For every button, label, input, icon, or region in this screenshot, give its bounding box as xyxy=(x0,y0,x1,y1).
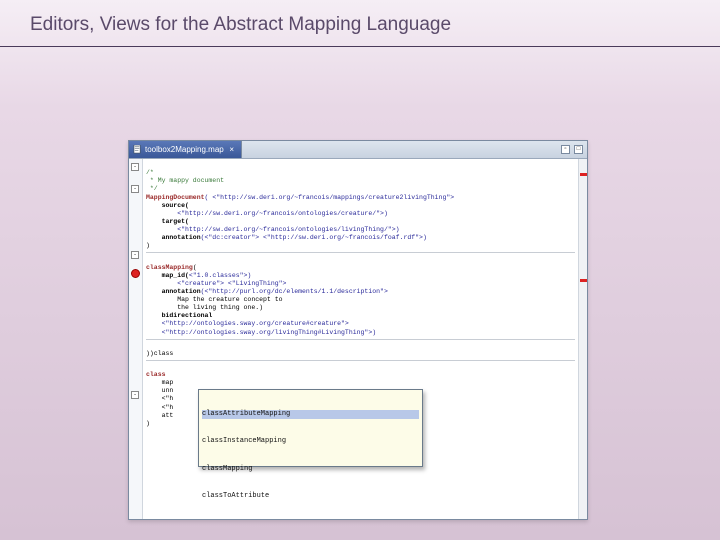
autocomplete-item[interactable]: classToAttribute xyxy=(202,492,419,501)
code-line: map_id( xyxy=(146,272,189,279)
region-divider xyxy=(146,360,575,361)
code-line: /* xyxy=(146,169,154,176)
page-title: Editors, Views for the Abstract Mapping … xyxy=(30,14,690,36)
code-line: <"LivingThing"> xyxy=(224,280,286,287)
code-line: ) xyxy=(146,420,150,427)
code-line: ))class xyxy=(146,350,173,357)
code-keyword: MappingDocument xyxy=(146,194,205,201)
code-line: * My mappy document xyxy=(146,177,224,184)
code-line: <"creature"> xyxy=(146,280,224,287)
code-line: Map the creature concept to xyxy=(146,296,283,303)
code-keyword: class xyxy=(146,371,166,378)
error-icon[interactable] xyxy=(131,269,140,278)
code-line: (<"http://purl.org/dc/elements/1.1/descr… xyxy=(201,288,388,295)
file-icon xyxy=(133,145,142,154)
code-line: (<"dc:creator"> <"http://sw.deri.org/~fr… xyxy=(201,234,427,241)
autocomplete-item[interactable]: classInstanceMapping xyxy=(202,437,419,446)
title-divider xyxy=(0,46,720,47)
code-line: ( xyxy=(193,264,197,271)
gutter[interactable]: - - - - xyxy=(129,159,143,519)
error-marker[interactable] xyxy=(580,173,587,176)
fold-toggle[interactable]: - xyxy=(131,251,139,259)
code-line: att xyxy=(146,412,173,419)
code-keyword: classMapping xyxy=(146,264,193,271)
code-line: ) xyxy=(146,242,150,249)
autocomplete-item[interactable]: classMapping xyxy=(202,465,419,474)
code-line: <"1.0.classes">) xyxy=(189,272,251,279)
code-line: annotation xyxy=(146,288,201,295)
code-line: <"h xyxy=(146,404,173,411)
editor-window: toolbox2Mapping.map × ▫ □ - - - - /* * M… xyxy=(128,140,588,520)
code-line: <"http://ontologies.sway.org/creature#cr… xyxy=(146,320,349,327)
code-line: */ xyxy=(146,185,158,192)
code-line: target( xyxy=(146,218,189,225)
code-line: the living thing one.) xyxy=(146,304,263,311)
autocomplete-item[interactable]: classAttributeMapping xyxy=(202,410,419,419)
code-line: source( xyxy=(146,202,189,209)
region-divider xyxy=(146,339,575,340)
fold-toggle[interactable]: - xyxy=(131,163,139,171)
editor-body: - - - - /* * My mappy document */ Mappin… xyxy=(129,159,587,519)
code-line: <"http://sw.deri.org/~francois/ontologie… xyxy=(146,226,400,233)
autocomplete-popup[interactable]: classAttributeMapping classInstanceMappi… xyxy=(198,389,423,467)
fold-toggle[interactable]: - xyxy=(131,391,139,399)
close-icon[interactable]: × xyxy=(227,145,237,155)
tab-bar: toolbox2Mapping.map × ▫ □ xyxy=(129,141,587,159)
code-line: <"http://sw.deri.org/~francois/ontologie… xyxy=(146,210,388,217)
minimize-button[interactable]: ▫ xyxy=(561,145,570,154)
code-line: <"http://ontologies.sway.org/livingThing… xyxy=(146,329,376,336)
fold-toggle[interactable]: - xyxy=(131,185,139,193)
maximize-button[interactable]: □ xyxy=(574,145,583,154)
code-area[interactable]: /* * My mappy document */ MappingDocumen… xyxy=(143,159,578,519)
code-line: bidirectional xyxy=(146,312,212,319)
editor-tab[interactable]: toolbox2Mapping.map × xyxy=(129,141,242,158)
code-line: map xyxy=(146,379,173,386)
code-line: annotation xyxy=(146,234,201,241)
code-line: unn xyxy=(146,387,173,394)
error-marker[interactable] xyxy=(580,279,587,282)
overview-ruler[interactable] xyxy=(578,159,587,519)
code-line: ( <"http://sw.deri.org/~francois/mapping… xyxy=(205,194,455,201)
code-line: <"h xyxy=(146,395,173,402)
tab-label: toolbox2Mapping.map xyxy=(145,145,224,154)
region-divider xyxy=(146,252,575,253)
